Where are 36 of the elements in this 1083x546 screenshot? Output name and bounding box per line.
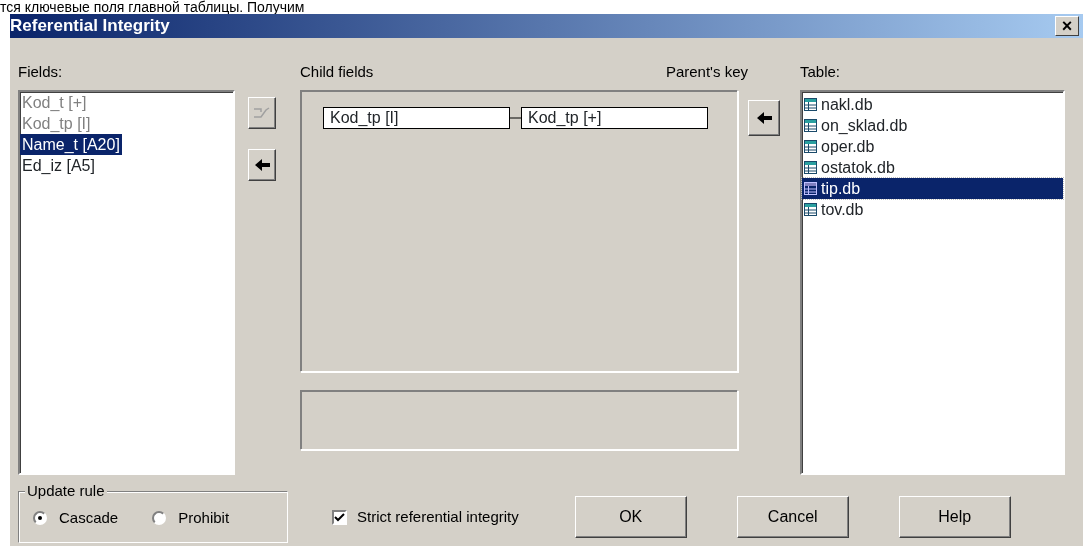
arrow-button[interactable]	[748, 100, 780, 136]
window-title: Referential Integrity	[10, 15, 170, 38]
check-icon	[334, 511, 345, 523]
table-item[interactable]: ostatok.db	[821, 157, 895, 178]
table-icon	[804, 161, 817, 174]
table-item[interactable]: nakl.db	[821, 94, 873, 115]
dialog-button[interactable]: Cancel	[736, 496, 849, 538]
field-item[interactable]: Ed_iz [A5]	[20, 155, 233, 176]
checkbox[interactable]	[332, 509, 347, 525]
dialog-button[interactable]: OK	[574, 496, 687, 538]
table-item[interactable]: on_sklad.db	[821, 115, 908, 136]
table-icon	[804, 98, 817, 111]
radio-button[interactable]	[33, 511, 47, 525]
radio-label[interactable]: Cascade	[59, 508, 119, 528]
child-field[interactable]: Kod_tp [I]	[323, 107, 510, 129]
table-icon	[804, 203, 817, 216]
table-item[interactable]: oper.db	[821, 136, 875, 157]
radio-label[interactable]: Prohibit	[178, 508, 230, 528]
table-label: Table:	[800, 62, 842, 82]
table-icon	[804, 182, 817, 195]
child-fields-label: Child fields	[300, 62, 374, 82]
table-list[interactable]: nakl.db on_sklad.db oper.db ostatok.db tip.db tov.db	[800, 90, 1065, 475]
close-button[interactable]: ×	[1055, 16, 1079, 36]
caption-text: тся ключевые поля главной таблицы. Получим	[0, 0, 305, 14]
parents-key-label: Parent's key	[665, 62, 748, 82]
table-icon	[804, 140, 817, 153]
parent-field[interactable]: Kod_tp [+]	[521, 107, 708, 129]
arrow-button[interactable]	[248, 149, 276, 181]
checkbox-label[interactable]: Strict referential integrity	[357, 507, 519, 527]
table-item[interactable]: tov.db	[821, 199, 864, 220]
radio-button[interactable]	[152, 511, 167, 525]
fields-label: Fields:	[18, 62, 64, 82]
field-item[interactable]: Name_t [A20]	[20, 134, 122, 155]
table-icon	[804, 119, 817, 132]
radio-dot-icon	[38, 516, 42, 520]
dialog-button[interactable]: Help	[898, 496, 1011, 538]
